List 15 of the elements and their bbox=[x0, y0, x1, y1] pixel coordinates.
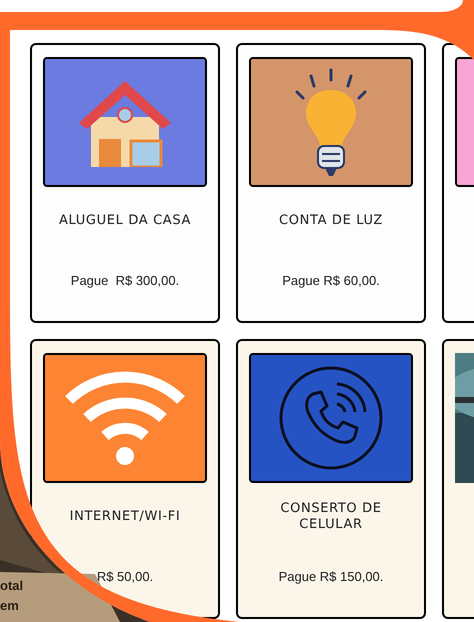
wifi-icon bbox=[63, 370, 187, 466]
card[interactable]: ALUGUEL DA CASA Pague R$ 300,00. bbox=[30, 43, 220, 323]
phone-icon bbox=[277, 364, 385, 472]
price-text: Pague R$ 60,00. bbox=[282, 272, 380, 290]
card[interactable]: CONTA DE LUZ Pague R$ 60,00. bbox=[236, 43, 426, 323]
panel-text: otal bbox=[0, 577, 24, 595]
card-title: CONSERTO DE CELULAR bbox=[279, 500, 383, 534]
card-title: INTERNET/WI-FI bbox=[68, 508, 182, 526]
card-title: CONTA DE LUZ bbox=[278, 212, 384, 230]
card[interactable]: CONSERTO DE CELULAR Pague R$ 150,00. bbox=[236, 339, 426, 619]
price-text: Pague R$ 300,00. bbox=[70, 272, 180, 290]
panel-text: em bbox=[0, 597, 20, 615]
price-text: R$ 50,00. bbox=[96, 568, 154, 586]
card-title: ALUGUEL DA CASA bbox=[58, 212, 192, 230]
price-text: Pague R$ 150,00. bbox=[278, 568, 384, 586]
